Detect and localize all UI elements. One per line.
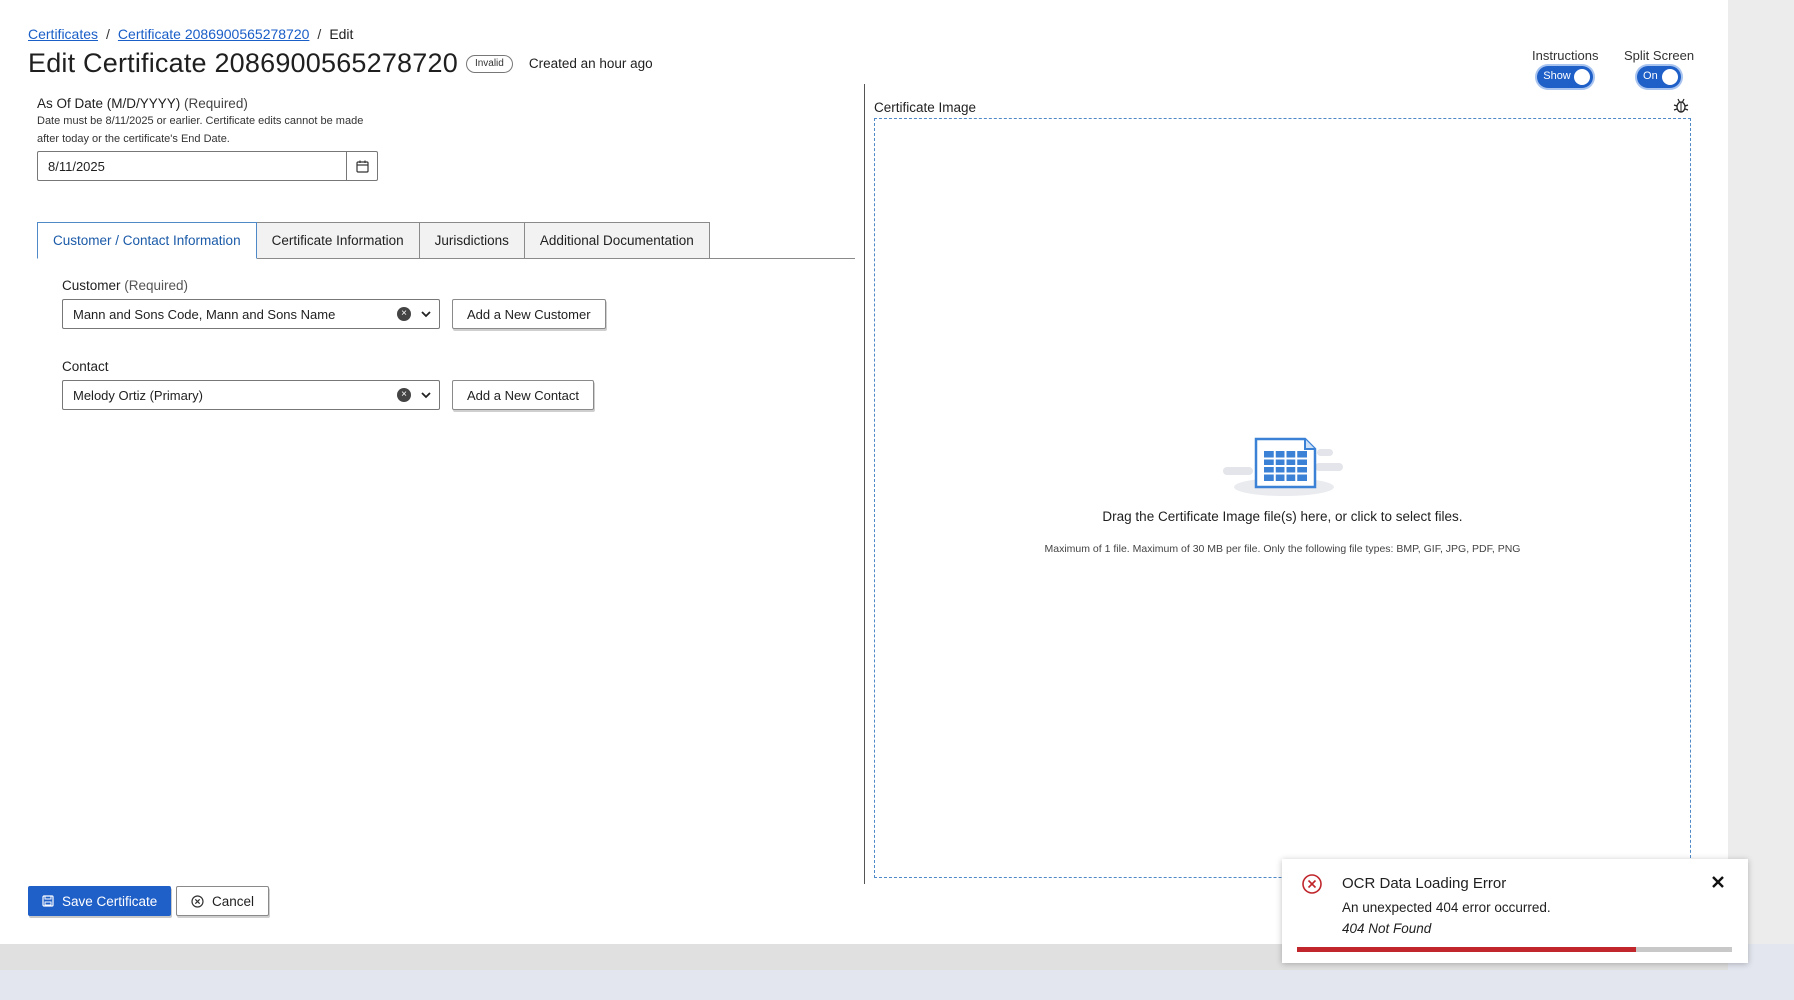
tab-bar: Customer / Contact Information Certifica… bbox=[37, 222, 710, 259]
toggle-knob bbox=[1574, 69, 1591, 85]
customer-field: Customer (Required) Mann and Sons Code, … bbox=[62, 278, 606, 329]
breadcrumb-separator: / bbox=[106, 26, 110, 42]
clear-icon[interactable]: × bbox=[397, 307, 411, 321]
toast-progress-fill bbox=[1297, 947, 1637, 952]
as-of-date-field: 8/11/2025 bbox=[37, 151, 378, 181]
as-of-date-label-text: As Of Date (M/D/YYYY) bbox=[37, 96, 181, 111]
add-customer-button[interactable]: Add a New Customer bbox=[452, 299, 606, 329]
instructions-toggle-group: Instructions Show bbox=[1532, 48, 1598, 88]
toast-title: OCR Data Loading Error bbox=[1342, 875, 1507, 892]
page-title: Edit Certificate 2086900565278720 bbox=[28, 48, 458, 78]
split-divider[interactable] bbox=[864, 84, 865, 884]
toggle-knob bbox=[1662, 69, 1679, 85]
as-of-date-section: As Of Date (M/D/YYYY) (Required) Date mu… bbox=[37, 96, 378, 181]
split-screen-toggle-state: On bbox=[1643, 70, 1658, 82]
customer-label: Customer (Required) bbox=[62, 278, 606, 293]
error-toast: OCR Data Loading Error An unexpected 404… bbox=[1282, 859, 1748, 963]
toast-progress-track bbox=[1297, 947, 1732, 952]
tab-additional-documentation[interactable]: Additional Documentation bbox=[523, 222, 710, 259]
contact-row: Melody Ortiz (Primary) × Add a New Conta… bbox=[62, 380, 595, 410]
contact-field: Contact Melody Ortiz (Primary) × Add a N… bbox=[62, 359, 595, 410]
instructions-toggle[interactable]: Show bbox=[1537, 66, 1594, 88]
breadcrumb-certificates-link[interactable]: Certificates bbox=[28, 26, 98, 42]
customer-value: Mann and Sons Code, Mann and Sons Name bbox=[73, 306, 336, 322]
customer-label-text: Customer bbox=[62, 278, 121, 293]
toast-message: An unexpected 404 error occurred. bbox=[1342, 900, 1551, 915]
as-of-date-input[interactable]: 8/11/2025 bbox=[38, 152, 346, 180]
save-icon bbox=[42, 895, 54, 907]
tab-jurisdictions[interactable]: Jurisdictions bbox=[418, 222, 525, 259]
as-of-date-help: Date must be 8/11/2025 or earlier. Certi… bbox=[37, 115, 364, 145]
status-badge: Invalid bbox=[465, 54, 513, 73]
breadcrumb-separator: / bbox=[317, 26, 322, 42]
chevron-down-icon[interactable] bbox=[419, 388, 433, 402]
contact-value: Melody Ortiz (Primary) bbox=[73, 387, 204, 403]
clear-icon[interactable]: × bbox=[397, 388, 411, 402]
breadcrumb-current: Edit bbox=[329, 26, 354, 42]
customer-select[interactable]: Mann and Sons Code, Mann and Sons Name × bbox=[62, 299, 440, 329]
calendar-icon bbox=[355, 160, 369, 173]
as-of-date-label: As Of Date (M/D/YYYY) (Required) bbox=[37, 96, 377, 111]
contact-select[interactable]: Melody Ortiz (Primary) × bbox=[62, 380, 440, 410]
title-row: Edit Certificate 2086900565278720 Invali… bbox=[28, 48, 653, 79]
split-screen-toggle[interactable]: On bbox=[1637, 66, 1682, 88]
instructions-toggle-state: Show bbox=[1543, 70, 1571, 82]
certificate-image-dropzone[interactable]: Drag the Certificate Image file(s) here,… bbox=[874, 118, 1691, 878]
save-certificate-button[interactable]: Save Certificate bbox=[28, 886, 172, 916]
tab-certificate-information[interactable]: Certificate Information bbox=[255, 222, 420, 259]
split-screen-toggle-label: Split Screen bbox=[1624, 48, 1695, 63]
file-upload-illustration-icon bbox=[1223, 437, 1343, 496]
save-certificate-label: Save Certificate bbox=[62, 893, 158, 909]
right-gutter bbox=[1728, 0, 1794, 944]
instructions-toggle-label: Instructions bbox=[1532, 48, 1599, 63]
toast-detail: 404 Not Found bbox=[1342, 921, 1432, 936]
breadcrumb: Certificates / Certificate 2086900565278… bbox=[28, 26, 353, 42]
cancel-button[interactable]: Cancel bbox=[176, 886, 270, 916]
tab-customer-contact[interactable]: Customer / Contact Information bbox=[37, 222, 257, 259]
dropzone-limits: Maximum of 1 file. Maximum of 30 MB per … bbox=[1044, 543, 1521, 555]
customer-row: Mann and Sons Code, Mann and Sons Name ×… bbox=[62, 299, 606, 329]
breadcrumb-certificate-link[interactable]: Certificate 2086900565278720 bbox=[118, 26, 310, 42]
bug-icon[interactable] bbox=[1672, 97, 1690, 115]
dropzone-instructions: Drag the Certificate Image file(s) here,… bbox=[1102, 509, 1463, 524]
required-marker: (Required) bbox=[124, 278, 189, 293]
error-circle-icon bbox=[1302, 874, 1322, 894]
split-screen-toggle-group: Split Screen On bbox=[1624, 48, 1694, 88]
required-marker: (Required) bbox=[184, 96, 248, 111]
cancel-circle-icon bbox=[191, 894, 204, 908]
contact-label: Contact bbox=[62, 359, 109, 374]
close-icon[interactable] bbox=[1710, 874, 1726, 890]
created-timestamp: Created an hour ago bbox=[528, 56, 653, 71]
chevron-down-icon[interactable] bbox=[419, 307, 433, 321]
certificate-image-label: Certificate Image bbox=[874, 100, 977, 115]
add-contact-button[interactable]: Add a New Contact bbox=[452, 380, 595, 410]
calendar-button[interactable] bbox=[346, 152, 377, 180]
cancel-label: Cancel bbox=[212, 893, 255, 909]
